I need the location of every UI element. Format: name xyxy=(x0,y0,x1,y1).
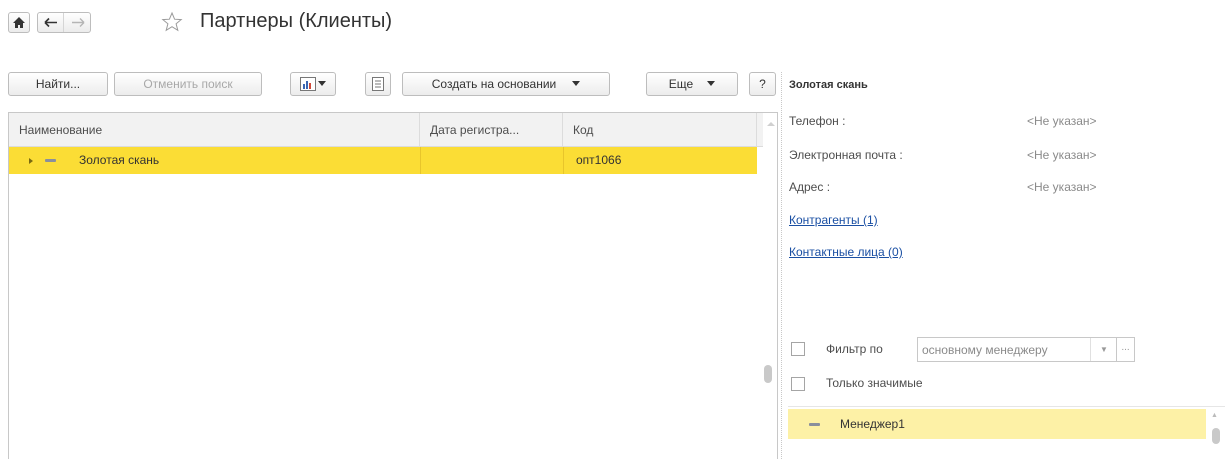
cell-separator xyxy=(563,147,564,174)
column-header-code[interactable]: Код xyxy=(563,113,757,147)
column-header-date[interactable]: Дата регистра... xyxy=(420,113,563,147)
chevron-down-icon[interactable]: ▼ xyxy=(1090,338,1117,361)
help-button[interactable]: ? xyxy=(749,72,776,96)
filter-checkbox[interactable] xyxy=(791,342,805,356)
more-label: Еще xyxy=(668,77,694,91)
back-button[interactable] xyxy=(38,13,64,32)
email-value: <Не указан> xyxy=(1027,148,1097,162)
only-significant-label: Только значимые xyxy=(826,376,923,390)
page-title: Партнеры (Клиенты) xyxy=(200,10,393,32)
manager-name: Менеджер1 xyxy=(840,417,905,431)
arrow-right-icon xyxy=(72,18,85,27)
managers-list: Менеджер1 xyxy=(788,406,1225,459)
chevron-down-icon xyxy=(572,81,581,86)
scroll-up-icon[interactable]: ▲ xyxy=(1211,412,1218,419)
panel-divider[interactable] xyxy=(781,72,782,459)
scroll-up-icon[interactable] xyxy=(767,121,775,127)
nav-back-forward-group xyxy=(37,12,91,33)
filter-more-button[interactable]: ... xyxy=(1117,337,1135,362)
item-marker-icon xyxy=(809,423,820,426)
cell-separator xyxy=(420,147,421,174)
cell-code: опт1066 xyxy=(576,153,622,167)
chevron-down-icon xyxy=(707,81,716,86)
find-button[interactable]: Найти... xyxy=(8,72,108,96)
list-item[interactable]: Менеджер1 xyxy=(788,409,1206,439)
chevron-down-icon xyxy=(318,81,326,86)
forward-button[interactable] xyxy=(65,13,91,32)
address-label: Адрес : xyxy=(789,180,831,194)
partners-table: Наименование Дата регистра... Код Золота… xyxy=(8,112,778,459)
filter-label: Фильтр по xyxy=(826,342,883,356)
only-significant-checkbox[interactable] xyxy=(791,377,805,391)
column-header-name[interactable]: Наименование xyxy=(9,113,420,147)
report-icon xyxy=(300,77,316,91)
contacts-link[interactable]: Контактные лица (0) xyxy=(789,245,903,259)
arrow-left-icon xyxy=(44,17,57,28)
partner-title: Золотая скань xyxy=(789,79,868,91)
table-scrollbar[interactable] xyxy=(763,113,777,459)
address-value: <Не указан> xyxy=(1027,180,1097,194)
item-marker-icon xyxy=(45,159,56,162)
report-button[interactable] xyxy=(290,72,336,96)
managers-scroll-thumb[interactable] xyxy=(1212,428,1220,444)
table-header: Наименование Дата регистра... Код xyxy=(9,113,777,147)
list-settings-button[interactable] xyxy=(365,72,391,96)
table-row[interactable]: Золотая скань опт1066 xyxy=(9,147,757,174)
more-button[interactable]: Еще xyxy=(646,72,738,96)
filter-select[interactable]: основному менеджеру ▼ xyxy=(917,337,1117,362)
create-based-on-button[interactable]: Создать на основании xyxy=(402,72,610,96)
email-label: Электронная почта : xyxy=(789,148,903,162)
cancel-search-button[interactable]: Отменить поиск xyxy=(114,72,262,96)
counterparties-link[interactable]: Контрагенты (1) xyxy=(789,213,878,227)
phone-value: <Не указан> xyxy=(1027,114,1097,128)
star-icon[interactable] xyxy=(161,11,183,33)
create-based-on-label: Создать на основании xyxy=(431,77,557,91)
list-icon xyxy=(372,77,384,91)
expand-arrow-icon[interactable] xyxy=(28,157,34,165)
phone-label: Телефон : xyxy=(789,114,846,128)
home-button[interactable] xyxy=(8,12,30,33)
cell-name: Золотая скань xyxy=(79,153,160,167)
table-scroll-thumb[interactable] xyxy=(764,365,772,383)
filter-select-value: основному менеджеру xyxy=(922,343,1048,357)
home-icon xyxy=(13,17,25,28)
